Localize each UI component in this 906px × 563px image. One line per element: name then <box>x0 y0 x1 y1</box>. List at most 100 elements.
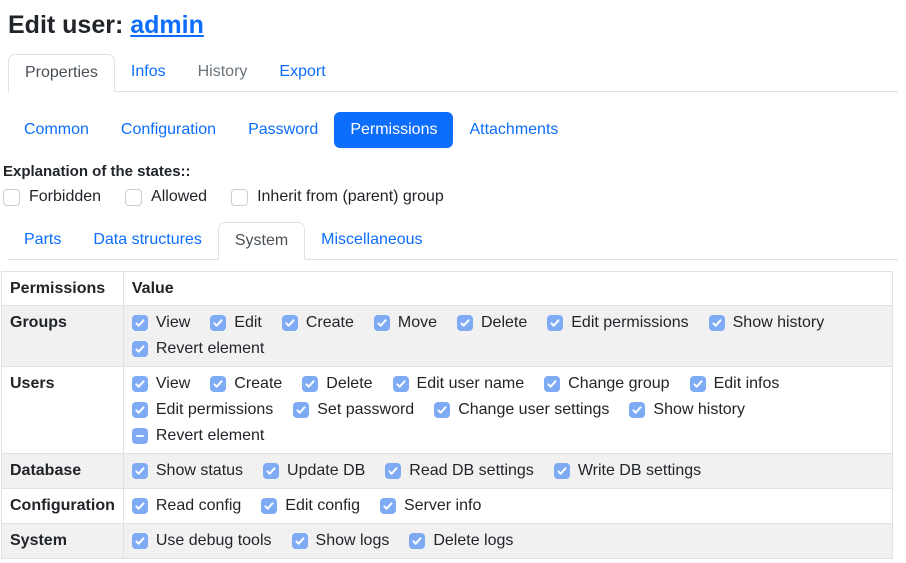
permission-label: Use debug tools <box>156 532 272 550</box>
tab-link-properties[interactable]: Properties <box>8 54 115 92</box>
permission-checkbox-write-db-settings[interactable]: Write DB settings <box>554 462 701 480</box>
row-label: Configuration <box>2 489 124 524</box>
permission-checkbox-show-history[interactable]: Show history <box>629 401 745 419</box>
permission-checkbox-edit-permissions[interactable]: Edit permissions <box>547 314 688 332</box>
permission-checkbox-edit[interactable]: Edit <box>210 314 262 332</box>
permission-checkbox-set-password[interactable]: Set password <box>293 401 414 419</box>
permission-checkbox-move[interactable]: Move <box>374 314 437 332</box>
permission-label: Delete <box>326 375 372 393</box>
permission-checkbox-server-info[interactable]: Server info <box>380 497 481 515</box>
row-value-cell: Read config Edit config Server info <box>123 489 892 524</box>
permission-label: Update DB <box>287 462 365 480</box>
table-row-users: Users View Create Delete Edit user name Chang… <box>2 367 893 454</box>
permtab-miscellaneous: Miscellaneous <box>305 222 438 259</box>
subtab-link-password[interactable]: Password <box>232 112 334 148</box>
state-checkbox-forbidden[interactable]: Forbidden <box>3 188 101 206</box>
subtab-link-configuration[interactable]: Configuration <box>105 112 232 148</box>
checkbox-checked-icon <box>554 463 570 479</box>
row-label: Database <box>2 454 124 489</box>
checkbox-checked-icon <box>293 402 309 418</box>
permission-checkbox-read-db-settings[interactable]: Read DB settings <box>385 462 534 480</box>
checkbox-checked-icon <box>547 315 563 331</box>
checkbox-checked-icon <box>132 376 148 392</box>
checkbox-checked-icon <box>263 463 279 479</box>
page-title-label: Edit user: <box>8 11 123 39</box>
tab-properties: Properties <box>8 54 115 91</box>
permission-checkbox-change-user-settings[interactable]: Change user settings <box>434 401 609 419</box>
subtab-configuration: Configuration <box>105 112 232 148</box>
state-label: Inherit from (parent) group <box>257 188 444 206</box>
permtab-link-data-structures[interactable]: Data structures <box>77 222 217 258</box>
permission-checkbox-create[interactable]: Create <box>210 375 282 393</box>
checkbox-checked-icon <box>434 402 450 418</box>
permission-label: Write DB settings <box>578 462 701 480</box>
permission-checkbox-show-history[interactable]: Show history <box>709 314 825 332</box>
row-label: System <box>2 524 124 559</box>
permission-checkbox-read-config[interactable]: Read config <box>132 497 241 515</box>
state-checkbox-inherit-from-parent-group[interactable]: Inherit from (parent) group <box>231 188 444 206</box>
checkbox-checked-icon <box>393 376 409 392</box>
permtab-data-structures: Data structures <box>77 222 217 259</box>
permission-checkbox-edit-user-name[interactable]: Edit user name <box>393 375 525 393</box>
permission-checkbox-view[interactable]: View <box>132 314 190 332</box>
permissions-table: Permissions Value Groups View Edit Create Mo… <box>1 271 893 559</box>
permtab-link-miscellaneous[interactable]: Miscellaneous <box>305 222 438 258</box>
subtab-attachments: Attachments <box>453 112 574 148</box>
permission-label: Show history <box>733 314 825 332</box>
permission-label: Move <box>398 314 437 332</box>
tab-link-history: History <box>182 54 264 90</box>
subtab-link-common[interactable]: Common <box>8 112 105 148</box>
checkbox-checked-icon <box>132 402 148 418</box>
permission-checkbox-delete[interactable]: Delete <box>302 375 372 393</box>
checkbox-checked-icon <box>629 402 645 418</box>
checkbox-checked-icon <box>690 376 706 392</box>
states-explanation: Explanation of the states:: ForbiddenAll… <box>3 162 906 206</box>
checkbox-checked-icon <box>409 533 425 549</box>
subtab-link-attachments[interactable]: Attachments <box>453 112 574 148</box>
permission-label: Read config <box>156 497 241 515</box>
permission-checkbox-update-db[interactable]: Update DB <box>263 462 365 480</box>
permission-checkbox-edit-infos[interactable]: Edit infos <box>690 375 780 393</box>
page-title: Edit user: admin <box>8 10 898 40</box>
column-header-permissions: Permissions <box>2 272 124 306</box>
permission-label: Change user settings <box>458 401 609 419</box>
permission-checkbox-delete-logs[interactable]: Delete logs <box>409 532 513 550</box>
permission-label: View <box>156 314 190 332</box>
permission-checkbox-use-debug-tools[interactable]: Use debug tools <box>132 532 272 550</box>
permission-checkbox-change-group[interactable]: Change group <box>544 375 669 393</box>
permission-label: Server info <box>404 497 481 515</box>
tab-export: Export <box>263 54 341 91</box>
permtab-link-system[interactable]: System <box>218 222 305 260</box>
tab-link-export[interactable]: Export <box>263 54 341 90</box>
permission-checkbox-revert-element[interactable]: Revert element <box>132 340 265 358</box>
tab-link-infos[interactable]: Infos <box>115 54 182 90</box>
permission-checkbox-show-logs[interactable]: Show logs <box>292 532 390 550</box>
row-value-cell: Use debug tools Show logs Delete logs <box>123 524 892 559</box>
permtab-link-parts[interactable]: Parts <box>8 222 77 258</box>
permission-checkbox-edit-config[interactable]: Edit config <box>261 497 360 515</box>
checkbox-checked-icon <box>210 376 226 392</box>
permission-checkbox-delete[interactable]: Delete <box>457 314 527 332</box>
state-checkbox-allowed[interactable]: Allowed <box>125 188 207 206</box>
tab-history: History <box>182 54 264 91</box>
row-label: Groups <box>2 306 124 367</box>
checkbox-unchecked-icon <box>3 189 20 206</box>
permission-checkbox-edit-permissions[interactable]: Edit permissions <box>132 401 273 419</box>
permission-checkbox-create[interactable]: Create <box>282 314 354 332</box>
row-label: Users <box>2 367 124 454</box>
column-header-value: Value <box>123 272 892 306</box>
row-value-cell: View Create Delete Edit user name Change gro… <box>123 367 892 454</box>
permission-label: Edit config <box>285 497 360 515</box>
permission-label: Create <box>306 314 354 332</box>
permission-checkbox-revert-element[interactable]: Revert element <box>132 427 265 445</box>
edited-user-link[interactable]: admin <box>130 11 204 39</box>
table-header-row: Permissions Value <box>2 272 893 306</box>
permission-label: Create <box>234 375 282 393</box>
properties-subtabs: CommonConfigurationPasswordPermissionsAt… <box>8 112 898 148</box>
tab-infos: Infos <box>115 54 182 91</box>
checkbox-checked-icon <box>210 315 226 331</box>
permission-checkbox-view[interactable]: View <box>132 375 190 393</box>
permission-checkbox-show-status[interactable]: Show status <box>132 462 243 480</box>
subtab-link-permissions[interactable]: Permissions <box>334 112 453 148</box>
checkbox-checked-icon <box>132 463 148 479</box>
